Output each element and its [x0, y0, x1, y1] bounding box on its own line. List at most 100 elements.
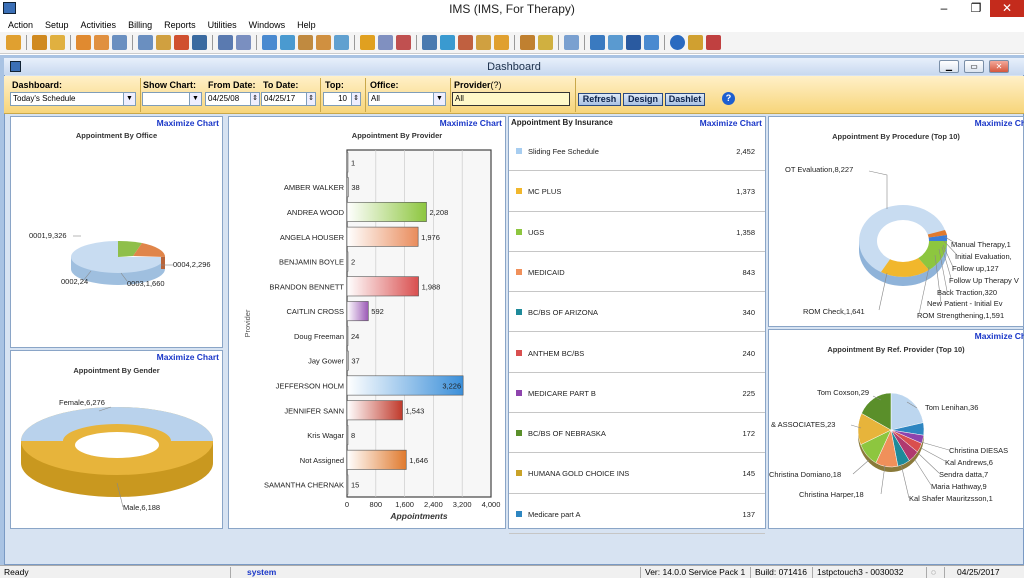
- toolbar-separator: [354, 35, 355, 50]
- provider-icon[interactable]: [32, 35, 47, 50]
- from-date-field[interactable]: 04/25/08 ⇕: [205, 92, 260, 106]
- provider-field[interactable]: All: [452, 92, 570, 106]
- send-icon[interactable]: [422, 35, 437, 50]
- chevron-down-icon[interactable]: ▼: [123, 93, 135, 105]
- folder-icon[interactable]: [76, 35, 91, 50]
- menu-windows[interactable]: Windows: [243, 20, 292, 30]
- legend-swatch: [516, 228, 522, 235]
- dashboard-close-button[interactable]: ✕: [989, 60, 1009, 73]
- maximize-chart-link[interactable]: Maximize Chart: [157, 118, 219, 128]
- spin-icon[interactable]: ⇕: [306, 93, 315, 105]
- form-icon[interactable]: [138, 35, 153, 50]
- search-icon[interactable]: [334, 35, 349, 50]
- gear-icon[interactable]: [280, 35, 295, 50]
- copy-icon[interactable]: [564, 35, 579, 50]
- insurance-table: Sliding Fee Schedule 2,452 MC PLUS 1,373 UGS…: [509, 131, 765, 534]
- word-icon[interactable]: [626, 35, 641, 50]
- gender-label-male: Male,6,188: [123, 503, 161, 512]
- office-value: All: [371, 94, 380, 103]
- top-field[interactable]: 10 ⇕: [323, 92, 361, 106]
- dashboard-restore-button[interactable]: ▭: [964, 60, 984, 73]
- gender-label-female: Female,6,276: [59, 398, 105, 407]
- report-icon[interactable]: [396, 35, 411, 50]
- refresh-button[interactable]: Refresh: [578, 93, 621, 106]
- dashboard-minimize-button[interactable]: ▁: [939, 60, 959, 73]
- close-button[interactable]: ✕: [990, 0, 1024, 17]
- people-icon[interactable]: [174, 35, 189, 50]
- menu-billing[interactable]: Billing: [122, 20, 158, 30]
- y-tick-label: JEFFERSON HOLM: [276, 381, 344, 390]
- referral-label: Tom Coxson,29: [817, 388, 870, 397]
- referral-label: Tom Lenihan,36: [925, 403, 979, 412]
- legend-swatch: [516, 349, 522, 356]
- money-icon[interactable]: [298, 35, 313, 50]
- minimize-button[interactable]: –: [930, 0, 958, 17]
- user-icon[interactable]: [50, 35, 65, 50]
- chevron-down-icon[interactable]: ▼: [433, 93, 445, 105]
- stats-icon[interactable]: [520, 35, 535, 50]
- referral-label: Kal Shafer Mauritzsson,1: [909, 494, 993, 503]
- help-icon[interactable]: ?: [722, 92, 735, 105]
- provider-bar: [346, 449, 407, 470]
- spin-icon[interactable]: ⇕: [351, 93, 360, 105]
- menu-reports[interactable]: Reports: [158, 20, 202, 30]
- status-session: 1stpctouch3 - 0030032: [812, 567, 926, 578]
- patient-icon[interactable]: [6, 35, 21, 50]
- exit-icon[interactable]: [706, 35, 721, 50]
- lab-icon[interactable]: [156, 35, 171, 50]
- list-icon[interactable]: [378, 35, 393, 50]
- notes-icon[interactable]: [94, 35, 109, 50]
- archive-icon[interactable]: [494, 35, 509, 50]
- divider: [575, 78, 576, 112]
- restore-button[interactable]: ❐: [962, 0, 990, 17]
- y-tick-label: Jay Gower: [308, 357, 344, 366]
- insurance-row: HUMANA GOLD CHOICE INS 145: [509, 453, 765, 494]
- to-date-field[interactable]: 04/25/17 ⇕: [261, 92, 316, 106]
- toolbar-separator: [70, 35, 71, 50]
- insurance-name: MEDICARE PART B: [528, 388, 596, 398]
- billing-icon[interactable]: [316, 35, 331, 50]
- spin-icon[interactable]: ⇕: [250, 93, 259, 105]
- to-date-label: To Date:: [263, 80, 299, 90]
- show-chart-select[interactable]: ▼: [142, 92, 202, 106]
- design-button[interactable]: Design: [623, 93, 663, 106]
- provider-hint[interactable]: (?): [491, 80, 502, 90]
- sync-icon[interactable]: [590, 35, 605, 50]
- bar-value-label: 8: [351, 431, 355, 440]
- maximize-chart-link[interactable]: Maximize Chart: [157, 352, 219, 362]
- transfer-icon[interactable]: [608, 35, 623, 50]
- x-tick-label: 0: [345, 500, 349, 509]
- referral-chart-panel: Maximize Chart Appointment By Ref. Provi…: [768, 329, 1024, 529]
- edit-icon[interactable]: [236, 35, 251, 50]
- dashboard-select[interactable]: Today's Schedule ▼: [10, 92, 136, 106]
- procedure-label: ROM Strengthening,1,591: [917, 311, 1005, 320]
- bar-value-label: 592: [371, 307, 384, 316]
- leader-line: [914, 459, 932, 486]
- insurance-row: ANTHEM BC/BS 240: [509, 333, 765, 373]
- menu-action[interactable]: Action: [0, 20, 39, 30]
- chart-icon[interactable]: [112, 35, 127, 50]
- divider: [140, 78, 141, 112]
- calendar-icon[interactable]: [360, 35, 375, 50]
- dashlet-button[interactable]: Dashlet: [665, 93, 705, 106]
- print-icon[interactable]: [458, 35, 473, 50]
- shield-icon[interactable]: [192, 35, 207, 50]
- menu-activities[interactable]: Activities: [75, 20, 123, 30]
- bar-value-label: 1,543: [406, 406, 425, 415]
- help-icon[interactable]: [670, 35, 685, 50]
- chevron-down-icon[interactable]: ▼: [189, 93, 201, 105]
- maximize-chart-link[interactable]: Maximize Chart: [700, 118, 762, 128]
- insurance-row: MC PLUS 1,373: [509, 171, 765, 212]
- status-date: 04/25/2017: [944, 567, 1024, 578]
- office-select[interactable]: All ▼: [368, 92, 446, 106]
- box-icon[interactable]: [440, 35, 455, 50]
- settings-icon[interactable]: [262, 35, 277, 50]
- doc-icon[interactable]: [218, 35, 233, 50]
- chart-bar-icon[interactable]: [538, 35, 553, 50]
- menu-help[interactable]: Help: [291, 20, 322, 30]
- lock-icon[interactable]: [688, 35, 703, 50]
- export-icon[interactable]: [644, 35, 659, 50]
- menu-utilities[interactable]: Utilities: [202, 20, 243, 30]
- menu-setup[interactable]: Setup: [39, 20, 75, 30]
- envelope-icon[interactable]: [476, 35, 491, 50]
